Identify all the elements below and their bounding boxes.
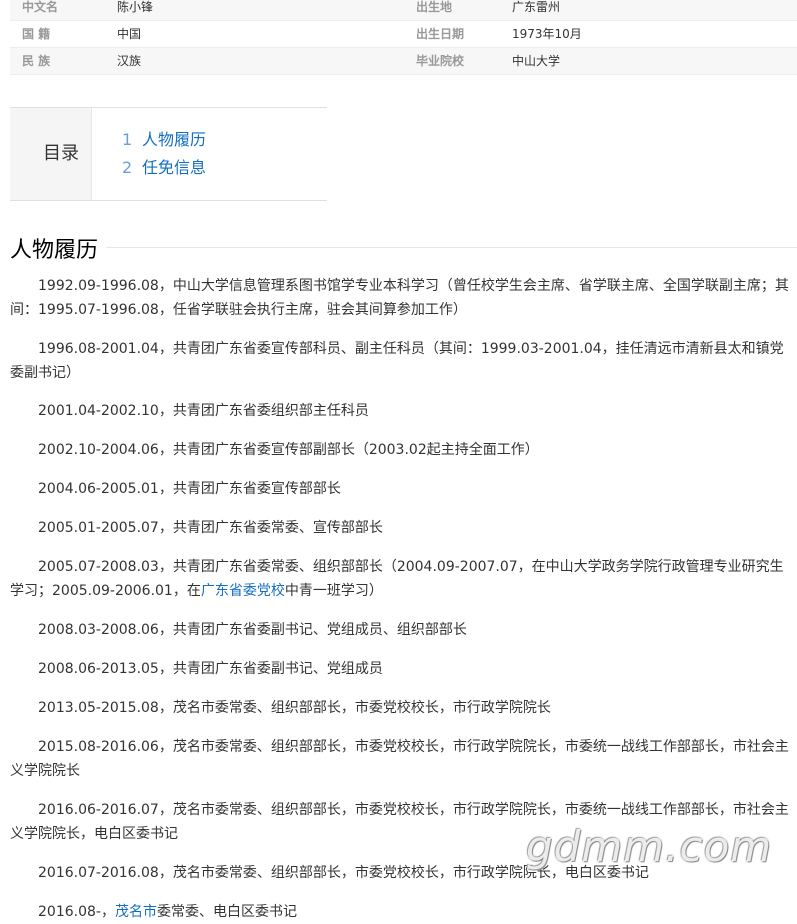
career-entry: 2013.05-2015.08，茂名市委常委、组织部部长，市委党校校长，市行政学… <box>38 700 551 716</box>
label-chinese-name: 中文名 <box>22 0 59 14</box>
career-entry-text: 2016.08-， <box>38 904 115 920</box>
career-entry: 2004.06-2005.01，共青团广东省委宣传部部长 <box>38 481 341 497</box>
link-guangdong-party-school[interactable]: 广东省委党校 <box>201 583 285 599</box>
career-entry: 2008.06-2013.05，共青团广东省委副书记、党组成员 <box>38 661 383 677</box>
career-entry-text: 委常委、电白区委书记 <box>156 904 297 920</box>
career-entry: 1992.09-1996.08，中山大学信息管理系图书馆学专业本科学习（曾任校学… <box>10 278 789 318</box>
section-divider <box>106 247 797 248</box>
toc-item-label[interactable]: 人物履历 <box>142 130 206 149</box>
toc-item-appointments[interactable]: 2 任免信息 <box>122 154 206 178</box>
info-row: 民 族 汉族 毕业院校 中山大学 <box>10 48 797 75</box>
info-row: 国 籍 中国 出生日期 1973年10月 <box>10 21 797 48</box>
value-birth-date: 1973年10月 <box>512 27 582 41</box>
toc-item-number: 1 <box>122 130 133 149</box>
career-entry: 2015.08-2016.06，茂名市委常委、组织部部长，市委党校校长，市行政学… <box>10 739 789 779</box>
label-alma-mater: 毕业院校 <box>416 54 465 68</box>
info-row: 中文名 陈小锋 出生地 广东雷州 <box>10 0 797 21</box>
label-birth-date: 出生日期 <box>416 27 465 41</box>
career-entry-text: 中青一班学习） <box>284 583 383 599</box>
label-birthplace: 出生地 <box>416 0 453 14</box>
value-ethnicity: 汉族 <box>117 54 142 68</box>
toc-item-label[interactable]: 任免信息 <box>142 158 206 177</box>
toc-title: 目录 <box>10 108 92 200</box>
career-entry-text: 2005.07-2008.03，共青团广东省委常委、组织部部长（2004.09-… <box>10 559 784 599</box>
basic-info-table: 中文名 陈小锋 出生地 广东雷州 国 籍 中国 出生日期 1973年10月 民 … <box>10 0 797 75</box>
career-entry: 2002.10-2004.06，共青团广东省委宣传部副部长（2003.02起主持… <box>38 442 539 458</box>
value-chinese-name: 陈小锋 <box>117 0 154 14</box>
career-entry: 2008.03-2008.06，共青团广东省委副书记、党组成员、组织部部长 <box>38 622 467 638</box>
toc-item-career[interactable]: 1 人物履历 <box>122 126 206 150</box>
label-ethnicity: 民 族 <box>22 54 51 68</box>
toc-item-number: 2 <box>122 158 133 177</box>
career-entry: 2005.07-2008.03，共青团广东省委常委、组织部部长（2004.09-… <box>10 555 797 603</box>
table-of-contents: 目录 1 人物履历 2 任免信息 <box>10 107 327 201</box>
value-nationality: 中国 <box>117 27 142 41</box>
value-birthplace: 广东雷州 <box>512 0 561 14</box>
watermark-logo: gdmm.com <box>526 822 773 871</box>
value-alma-mater: 中山大学 <box>512 54 561 68</box>
career-entry: 2016.08-，茂名市委常委、电白区委书记 <box>10 900 797 924</box>
link-maoming-city[interactable]: 茂名市 <box>115 904 157 920</box>
career-entry: 1996.08-2001.04，共青团广东省委宣传部科员、副主任科员（其间：19… <box>10 341 784 381</box>
career-entry: 2005.01-2005.07，共青团广东省委常委、宣传部部长 <box>38 520 383 536</box>
career-entry: 2001.04-2002.10，共青团广东省委组织部主任科员 <box>38 403 369 419</box>
label-nationality: 国 籍 <box>22 27 51 41</box>
section-title: 人物履历 <box>10 238 99 263</box>
